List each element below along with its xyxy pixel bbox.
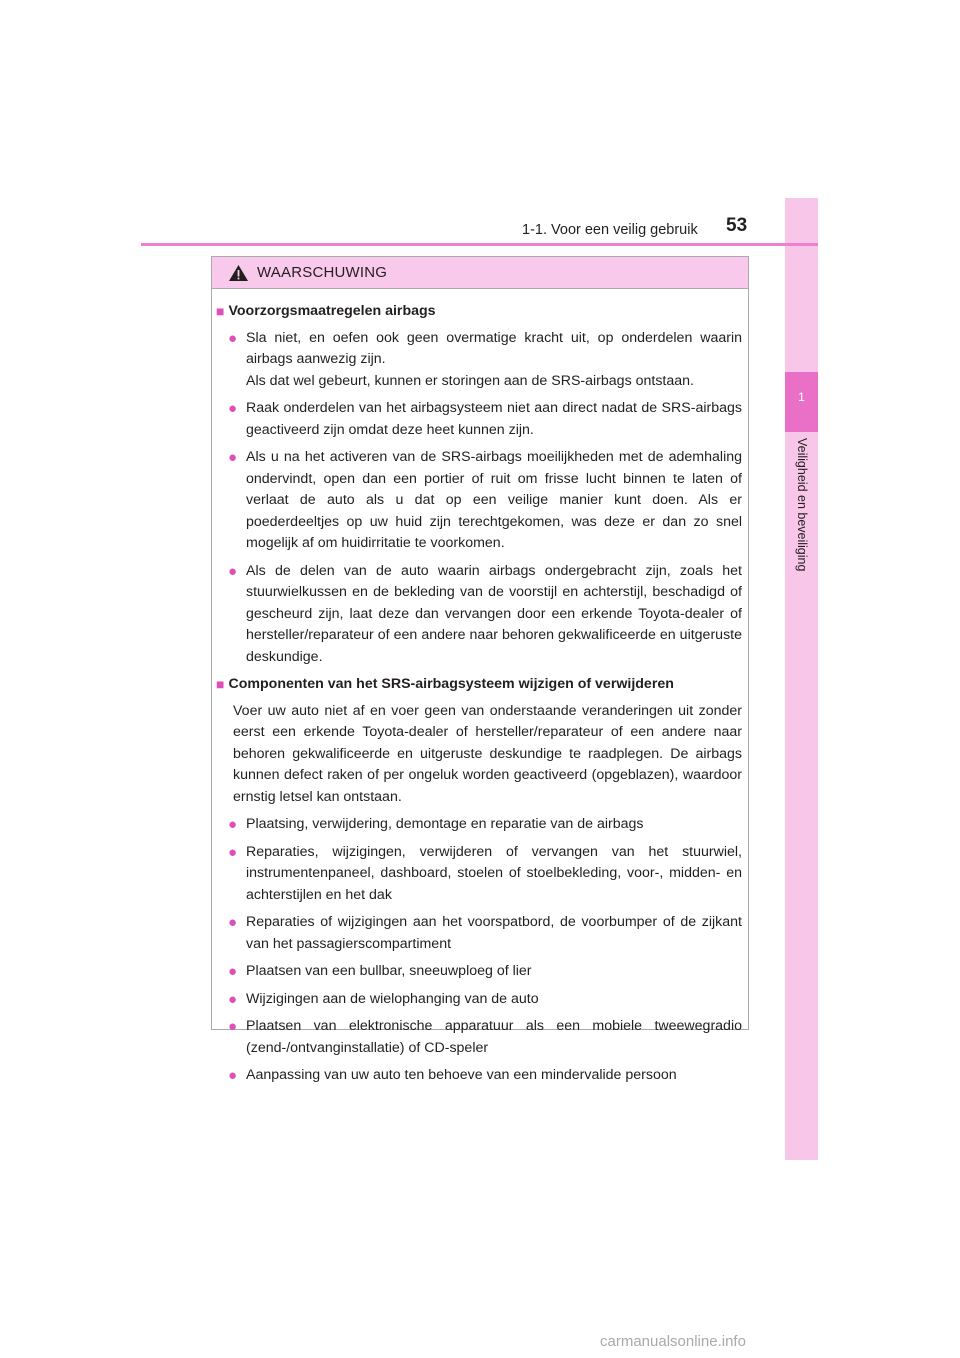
list-item-text: Plaatsen van elektronische apparatuur al… (246, 1018, 742, 1056)
list-item-text: Raak onderdelen van het airbagsysteem ni… (246, 400, 742, 438)
bullet-dot-icon: ● (228, 843, 238, 861)
bullet-dot-icon: ● (228, 990, 238, 1008)
list-item: ● Aanpassing van uw auto ten behoeve van… (228, 1065, 742, 1087)
section-heading-text: Componenten van het SRS-airbagsysteem wi… (228, 676, 674, 692)
list-item-text: Reparaties of wijzigingen aan het voorsp… (246, 914, 742, 952)
list-item: ● Plaatsen van elektronische apparatuur … (228, 1016, 742, 1059)
list-item: ● Reparaties, wijzigingen, verwijderen o… (228, 842, 742, 907)
list-item: ● Als u na het activeren van de SRS-airb… (228, 447, 742, 555)
list-item-text: Aanpassing van uw auto ten behoeve van e… (246, 1067, 677, 1083)
bullet-dot-icon: ● (228, 816, 238, 833)
bullet-dot-icon: ● (228, 914, 238, 931)
list-item: ● Plaatsing, verwijdering, demontage en … (228, 814, 742, 836)
header-rule (141, 243, 818, 246)
section-title: 1-1. Voor een veilig gebruik (522, 222, 698, 238)
chapter-title: Veiligheid en beveiliging (795, 438, 809, 572)
list-item: ● Plaatsen van een bullbar, sneeuwploeg … (228, 961, 742, 983)
warning-label: WAARSCHUWING (257, 264, 388, 281)
warning-body: ■ Voorzorgsmaatregelen airbags ● Sla nie… (212, 289, 748, 1087)
section-intro: Voer uw auto niet af en voer geen van on… (233, 702, 742, 805)
list-item: ● Als de delen van de auto waarin airbag… (228, 561, 742, 669)
list-item: ● Raak onderdelen van het airbagsysteem … (228, 398, 742, 441)
warning-box: WAARSCHUWING ■ Voorzorgsmaatregelen airb… (211, 256, 749, 1084)
square-bullet-icon: ■ (216, 676, 225, 692)
bullet-dot-icon: ● (228, 329, 238, 347)
section-heading: ■ Voorzorgsmaatregelen airbags (216, 301, 742, 323)
bullet-dot-icon: ● (228, 963, 238, 980)
chapter-number: 1 (798, 390, 805, 404)
warning-header: WAARSCHUWING (212, 257, 748, 289)
page-number: 53 (726, 215, 748, 236)
chapter-sidebar (785, 198, 818, 1160)
warning-triangle-icon (228, 264, 249, 282)
bullet-dot-icon: ● (228, 1018, 238, 1035)
list-item: ● Wijzigingen aan de wielophanging van d… (228, 989, 742, 1011)
list-item: ● Reparaties of wijzigingen aan het voor… (228, 912, 742, 955)
list-item-text: Als u na het activeren van de SRS-airbag… (246, 449, 742, 551)
bullet-dot-icon: ● (228, 562, 238, 580)
list-item: ● Sla niet, en oefen ook geen overmatige… (228, 328, 742, 393)
list-item-text: Reparaties, wijzigingen, verwijderen of … (246, 843, 742, 903)
square-bullet-icon: ■ (216, 303, 225, 319)
list-item-text: Sla niet, en oefen ook geen overmatige k… (246, 329, 742, 389)
list-item-text: Plaatsing, verwijdering, demontage en re… (246, 816, 644, 832)
list-item-text: Wijzigingen aan de wielophanging van de … (246, 990, 539, 1007)
watermark-link[interactable]: carmanualsonline.info (600, 1333, 746, 1350)
list-item-text: Plaatsen van een bullbar, sneeuwploeg of… (246, 963, 532, 979)
bullet-dot-icon: ● (228, 449, 238, 466)
section-heading: ■ Componenten van het SRS-airbagsysteem … (216, 674, 742, 696)
section-heading-text: Voorzorgsmaatregelen airbags (228, 303, 436, 319)
list-item-text: Als de delen van de auto waarin airbags … (246, 562, 742, 665)
bullet-dot-icon: ● (228, 400, 238, 417)
bullet-dot-icon: ● (228, 1067, 238, 1084)
